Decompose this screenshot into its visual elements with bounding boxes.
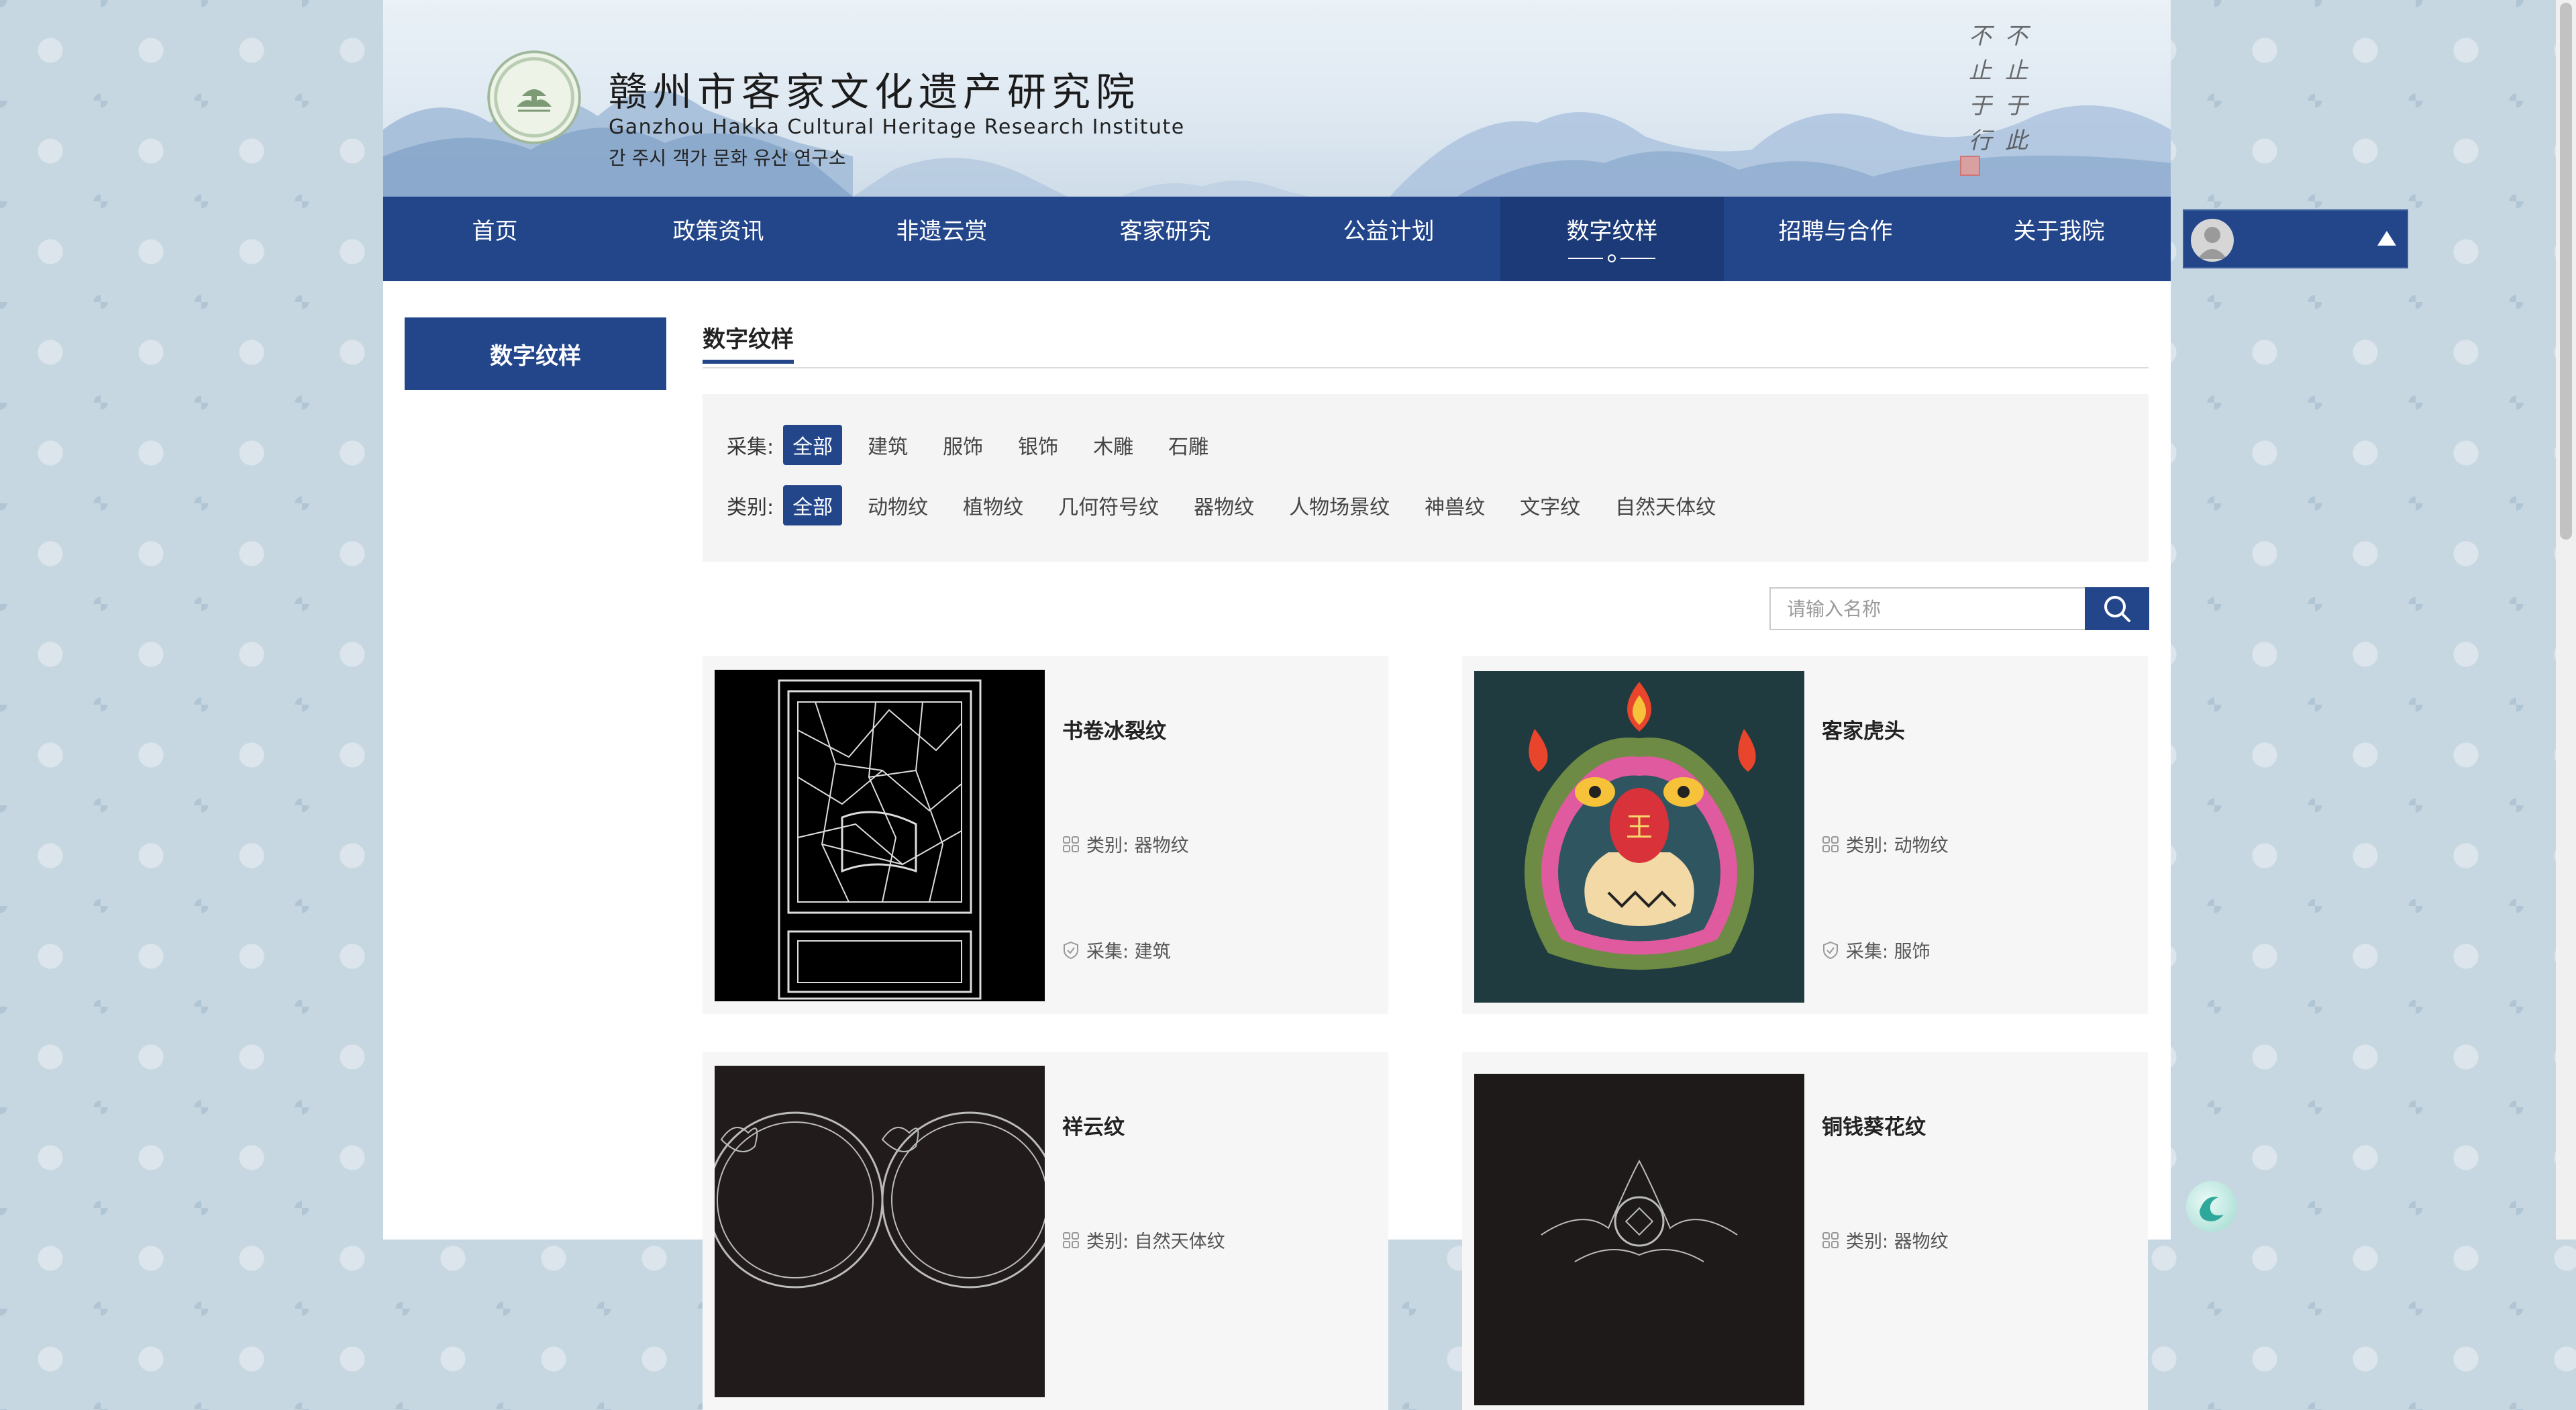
main-navigation: 首页 政策资讯 非遗云赏 客家研究 公益计划 数字纹样 招聘与合作 关于我院	[383, 197, 2171, 281]
nav-item-label: 数字纹样	[1566, 218, 1658, 245]
shield-icon	[1064, 941, 1078, 959]
search-icon	[2104, 596, 2130, 622]
pattern-category-text: 类别: 动物纹	[1846, 836, 1949, 856]
filter-label-category: 类别:	[727, 496, 774, 519]
nav-item-heritage-appreciation[interactable]: 非遗云赏	[830, 197, 1053, 281]
pattern-card[interactable]: 祥云纹 类别: 自然天体纹	[703, 1052, 1388, 1410]
nav-item-label: 首页	[472, 218, 518, 245]
section-title-underline	[703, 360, 794, 364]
pattern-name[interactable]: 客家虎头	[1822, 714, 1905, 744]
calligraphy-right: 不止于此	[2005, 23, 2028, 154]
filter-chip-category-mythical-beast[interactable]: 神兽纹	[1415, 485, 1494, 525]
grid-icon	[1822, 1231, 1839, 1248]
nav-item-label: 招聘与合作	[1778, 218, 1893, 245]
user-avatar-icon	[2191, 219, 2234, 262]
tiger-forehead-mark: 王	[1626, 812, 1653, 843]
filter-chip-category-object[interactable]: 器物纹	[1184, 485, 1264, 525]
pattern-collect-text: 采集: 服饰	[1846, 942, 1930, 962]
ice-crack-pattern-image	[778, 679, 982, 1000]
page-container: 赣州市客家文化遗产研究院 Ganzhou Hakka Cultural Heri…	[383, 0, 2171, 1410]
pattern-collect: 采集: 建筑	[1062, 937, 1171, 963]
pattern-name[interactable]: 铜钱葵花纹	[1822, 1110, 1926, 1140]
filter-chip-category-animal[interactable]: 动物纹	[858, 485, 937, 525]
nav-item-label: 非遗云赏	[896, 218, 988, 245]
pattern-category-text: 类别: 器物纹	[1086, 836, 1189, 856]
filter-label-collect: 采集:	[727, 436, 774, 459]
grid-icon	[1822, 836, 1839, 852]
logo-emblem-icon	[517, 89, 552, 112]
institute-logo[interactable]	[487, 50, 581, 144]
site-header: 赣州市客家文化遗产研究院 Ganzhou Hakka Cultural Heri…	[383, 0, 2171, 197]
filter-chip-collect-architecture[interactable]: 建筑	[858, 425, 917, 465]
filter-chip-category-geometric[interactable]: 几何符号纹	[1049, 485, 1168, 525]
nav-item-label: 公益计划	[1343, 218, 1435, 245]
shield-icon	[1823, 941, 1838, 959]
filter-chip-collect-all[interactable]: 全部	[783, 425, 843, 465]
pattern-category: 类别: 自然天体纹	[1062, 1227, 1225, 1253]
pattern-name[interactable]: 书卷冰裂纹	[1062, 714, 1166, 744]
filter-chip-category-all[interactable]: 全部	[783, 485, 843, 525]
site-title-chinese: 赣州市客家文化遗产研究院	[609, 69, 1141, 115]
filter-row-collect: 采集: 全部 建筑 服饰 银饰 木雕 石雕	[727, 425, 1234, 465]
site-title-korean: 간 주시 객가 문화 유산 연구소	[609, 147, 846, 169]
nav-item-public-welfare[interactable]: 公益计划	[1277, 197, 1500, 281]
site-title-english: Ganzhou Hakka Cultural Heritage Research…	[609, 115, 1185, 139]
pattern-collect-text: 采集: 建筑	[1086, 942, 1171, 962]
filter-chip-collect-clothing[interactable]: 服饰	[933, 425, 992, 465]
scrollbar-thumb[interactable]	[2560, 3, 2572, 540]
search-button[interactable]	[2085, 587, 2149, 630]
pattern-category-text: 类别: 器物纹	[1846, 1231, 1949, 1252]
filter-panel: 采集: 全部 建筑 服饰 银饰 木雕 石雕 类别: 全部 动物纹 植物纹 几何符…	[703, 394, 2149, 562]
filter-chip-collect-stonecarving[interactable]: 石雕	[1159, 425, 1218, 465]
calligraphy-left: 不止于行	[1969, 23, 1992, 154]
pattern-category: 类别: 动物纹	[1822, 831, 1949, 857]
nav-item-policy-news[interactable]: 政策资讯	[607, 197, 830, 281]
auspicious-cloud-pattern-image	[715, 1111, 1045, 1289]
pattern-card[interactable]: 书卷冰裂纹 类别: 器物纹 采集: 建筑	[703, 656, 1388, 1014]
nav-item-home[interactable]: 首页	[383, 197, 607, 281]
filter-chip-category-text[interactable]: 文字纹	[1510, 485, 1590, 525]
section-title: 数字纹样	[703, 326, 794, 353]
filter-chip-category-nature[interactable]: 自然天体纹	[1606, 485, 1725, 525]
filter-chip-category-plant[interactable]: 植物纹	[954, 485, 1033, 525]
page-scrollbar[interactable]	[2556, 0, 2576, 1240]
filter-chip-collect-woodcarving[interactable]: 木雕	[1084, 425, 1143, 465]
nav-item-label: 政策资讯	[672, 218, 764, 245]
pattern-collect: 采集: 服饰	[1822, 937, 1930, 963]
active-indicator-icon	[1568, 254, 1655, 262]
nav-item-digital-patterns[interactable]: 数字纹样	[1500, 197, 1724, 281]
pattern-category: 类别: 器物纹	[1822, 1227, 1949, 1253]
nav-item-about-us[interactable]: 关于我院	[1947, 197, 2171, 281]
pattern-image-book-ice-crack[interactable]	[715, 670, 1045, 1001]
sidebar-tab-digital-patterns[interactable]: 数字纹样	[405, 317, 666, 390]
section-divider	[703, 367, 2149, 368]
pattern-card[interactable]: 王 客家虎头 类别: 动物纹 采集: 服饰	[1462, 656, 2148, 1014]
pattern-card[interactable]: 铜钱葵花纹 类别: 器物纹	[1462, 1052, 2148, 1410]
floating-assistant-icon[interactable]	[2186, 1181, 2237, 1232]
tiger-head-pattern-image: 王	[1525, 682, 1756, 970]
pattern-image-coin-sunflower[interactable]	[1474, 1074, 1804, 1405]
filter-chip-collect-silver[interactable]: 银饰	[1009, 425, 1068, 465]
red-seal-stamp	[1960, 156, 1980, 176]
pattern-image-hakka-tiger-head[interactable]: 王	[1474, 671, 1804, 1003]
nav-item-label: 客家研究	[1119, 218, 1211, 245]
pattern-name[interactable]: 祥云纹	[1062, 1110, 1125, 1140]
pattern-category-text: 类别: 自然天体纹	[1086, 1231, 1225, 1252]
nav-item-recruitment[interactable]: 招聘与合作	[1724, 197, 1947, 281]
grid-icon	[1063, 1231, 1079, 1248]
filter-row-category: 类别: 全部 动物纹 植物纹 几何符号纹 器物纹 人物场景纹 神兽纹 文字纹 自…	[727, 485, 1741, 525]
grid-icon	[1063, 836, 1079, 852]
pattern-image-auspicious-cloud[interactable]	[715, 1066, 1045, 1397]
user-menu[interactable]	[2183, 209, 2408, 268]
coin-sunflower-pattern-image	[1541, 1159, 1738, 1262]
nav-item-hakka-research[interactable]: 客家研究	[1053, 197, 1277, 281]
pattern-category: 类别: 器物纹	[1062, 831, 1189, 857]
nav-item-label: 关于我院	[2013, 218, 2105, 245]
search-input[interactable]	[1769, 587, 2085, 630]
caret-up-icon[interactable]	[2377, 231, 2396, 246]
filter-chip-category-scene[interactable]: 人物场景纹	[1280, 485, 1399, 525]
